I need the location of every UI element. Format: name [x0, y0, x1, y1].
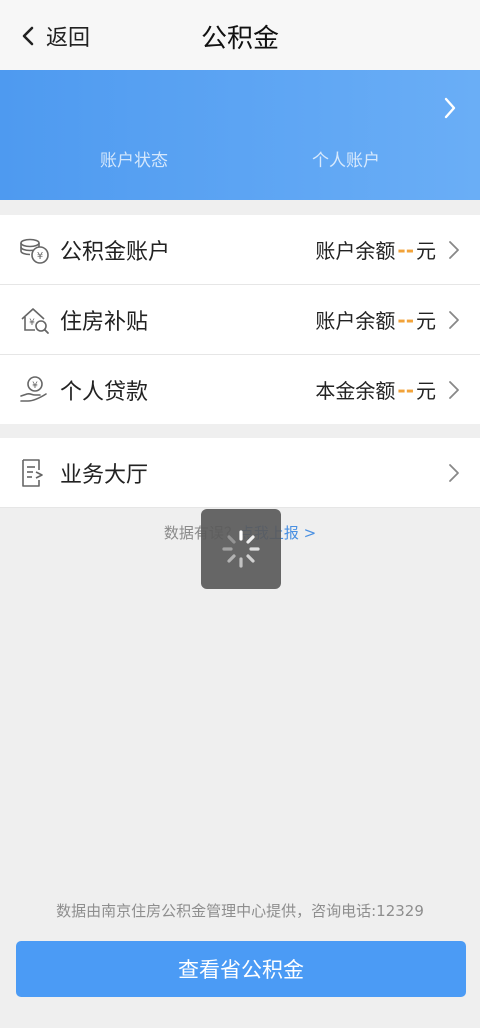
svg-text:¥: ¥ — [37, 251, 43, 262]
list-item-housing-subsidy[interactable]: ¥ 住房补贴 账户余额 -- 元 — [0, 285, 480, 355]
view-provincial-fund-button[interactable]: 查看省公积金 — [16, 941, 466, 997]
personal-account-label: 个人账户 — [312, 151, 380, 171]
list-item-label: 公积金账户 — [60, 239, 171, 265]
navigation-bar: 返回 公积金 — [0, 0, 480, 70]
balance-label: 账户余额 — [315, 239, 396, 263]
house-search-icon: ¥ — [21, 307, 49, 334]
chevron-right-icon[interactable] — [442, 96, 458, 120]
list-item-label: 个人贷款 — [60, 379, 149, 405]
balance-value: -- — [397, 237, 414, 262]
chevron-right-icon — [449, 240, 459, 259]
account-status-label: 账户状态 — [100, 151, 168, 171]
balance-unit: 元 — [416, 379, 436, 403]
balance-value: -- — [397, 307, 414, 332]
document-arrow-icon — [22, 458, 43, 487]
page-title: 公积金 — [200, 24, 279, 54]
hand-money-icon: ¥ — [20, 375, 47, 402]
balance-unit: 元 — [416, 309, 436, 333]
balance-label: 账户余额 — [315, 309, 396, 333]
business-hall-label: 业务大厅 — [60, 462, 149, 488]
balance-value: -- — [397, 377, 414, 402]
svg-text:¥: ¥ — [32, 381, 38, 391]
balance-display: 账户余额 -- 元 — [315, 305, 436, 334]
coins-icon: ¥ — [20, 238, 49, 264]
balance-display: 本金余额 -- 元 — [315, 375, 436, 404]
list-item-business-hall[interactable]: 业务大厅 — [0, 438, 480, 508]
chevron-right-icon — [449, 310, 459, 329]
account-banner[interactable]: 账户状态 个人账户 — [0, 70, 480, 200]
chevron-right-icon — [449, 463, 459, 482]
data-source-note: 数据由南京住房公积金管理中心提供，咨询电话:12329 — [56, 902, 424, 920]
account-list: ¥ 公积金账户 账户余额 -- 元 ¥ 住房补贴 账户余额 -- 元 ¥ 个人贷… — [0, 215, 480, 424]
loading-overlay — [201, 509, 281, 589]
list-item-personal-loan[interactable]: ¥ 个人贷款 本金余额 -- 元 — [0, 355, 480, 424]
spinner-icon — [222, 530, 260, 568]
svg-text:¥: ¥ — [29, 318, 35, 328]
balance-label: 本金余额 — [315, 379, 396, 403]
list-item-label: 住房补贴 — [60, 309, 149, 335]
chevron-right-icon — [449, 380, 459, 399]
list-item-housing-fund-account[interactable]: ¥ 公积金账户 账户余额 -- 元 — [0, 215, 480, 285]
balance-unit: 元 — [416, 239, 436, 263]
balance-display: 账户余额 -- 元 — [315, 235, 436, 264]
